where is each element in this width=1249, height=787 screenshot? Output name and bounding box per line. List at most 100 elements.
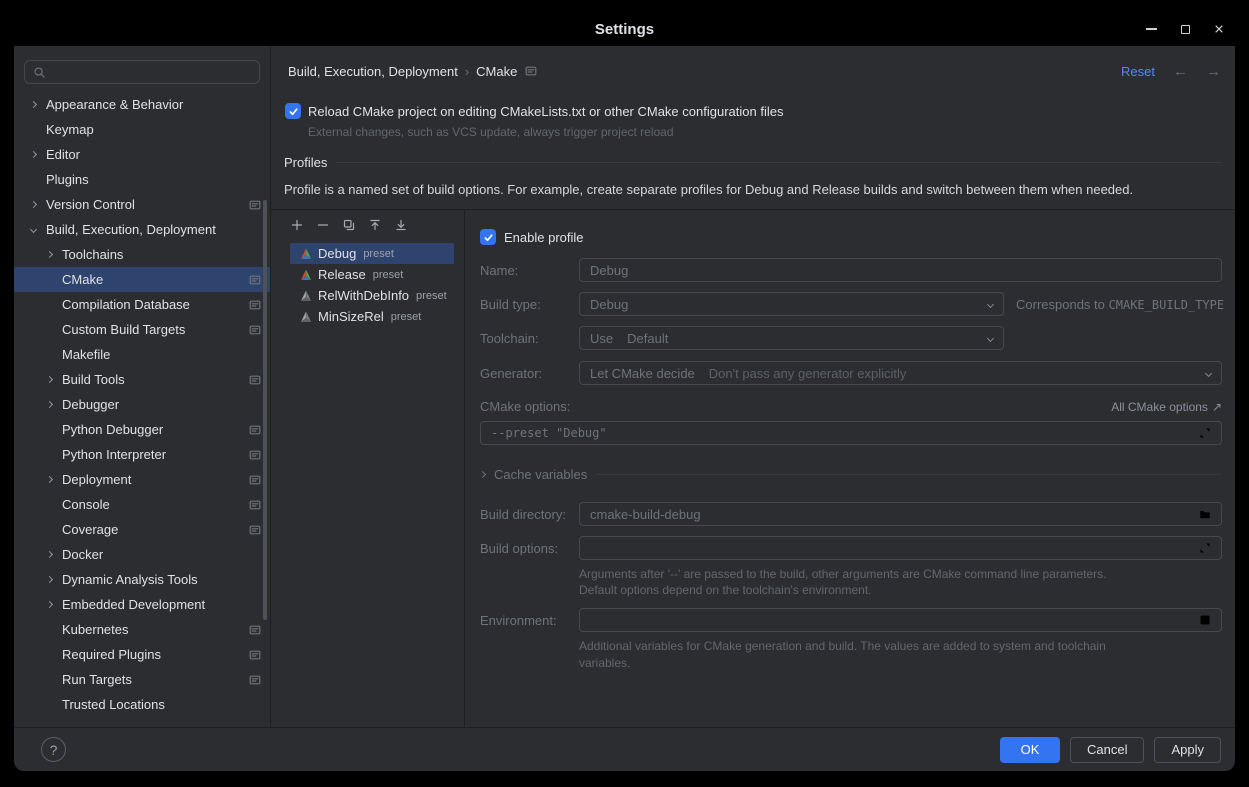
sidebar-item-python-debugger[interactable]: Python Debugger (14, 417, 270, 442)
sidebar-item-label: Deployment (62, 472, 131, 487)
chevron-right-icon (30, 101, 37, 108)
sidebar-item-console[interactable]: Console (14, 492, 270, 517)
reset-link[interactable]: Reset (1121, 64, 1155, 79)
profile-item-debug[interactable]: Debugpreset (290, 243, 454, 264)
move-down-button[interactable] (393, 217, 409, 233)
separator-line (596, 474, 1222, 475)
cancel-button[interactable]: Cancel (1070, 737, 1144, 763)
generator-select[interactable]: Let CMake decide Don't pass any generato… (579, 361, 1222, 385)
apply-button[interactable]: Apply (1154, 737, 1221, 763)
breadcrumb-current: CMake (476, 64, 517, 79)
sidebar-item-toolchains[interactable]: Toolchains (14, 242, 270, 267)
variables-list-icon[interactable] (1199, 614, 1211, 626)
sidebar-item-compilation-database[interactable]: Compilation Database (14, 292, 270, 317)
editor-badge-icon (249, 374, 261, 386)
sidebar-item-python-interpreter[interactable]: Python Interpreter (14, 442, 270, 467)
reload-cmake-checkbox[interactable] (285, 103, 301, 119)
sidebar-item-label: Makefile (62, 347, 110, 362)
sidebar-item-label: Trusted Locations (62, 697, 165, 712)
sidebar-item-cmake[interactable]: CMake (14, 267, 270, 292)
sidebar-item-required-plugins[interactable]: Required Plugins (14, 642, 270, 667)
folder-icon[interactable] (1199, 508, 1211, 520)
profile-item-release[interactable]: Releasepreset (290, 264, 454, 285)
settings-sidebar: Appearance & Behavior Keymap Editor Plugins… (14, 46, 270, 727)
toolchain-select[interactable]: Use Default (579, 326, 1004, 350)
sidebar-item-custom-build-targets[interactable]: Custom Build Targets (14, 317, 270, 342)
sidebar-item-label: Console (62, 497, 110, 512)
environment-field[interactable] (579, 608, 1222, 632)
close-button[interactable] (1213, 23, 1225, 35)
sidebar-item-label: CMake (62, 272, 103, 287)
sidebar-item-trusted-locations[interactable]: Trusted Locations (14, 692, 270, 717)
expand-icon[interactable] (1199, 427, 1211, 439)
profiles-toolbar (271, 210, 464, 239)
profile-item-relwithdebinfo[interactable]: RelWithDebInfopreset (290, 285, 454, 306)
add-button[interactable] (289, 217, 305, 233)
toolchain-prefix: Use (590, 331, 613, 346)
chevron-down-icon (1205, 369, 1212, 376)
sidebar-item-deployment[interactable]: Deployment (14, 467, 270, 492)
cache-variables-label: Cache variables (494, 467, 587, 482)
name-value: Debug (590, 263, 628, 278)
copy-button[interactable] (341, 217, 357, 233)
editor-badge-icon (249, 324, 261, 336)
sidebar-item-docker[interactable]: Docker (14, 542, 270, 567)
sidebar-item-dynamic-analysis-tools[interactable]: Dynamic Analysis Tools (14, 567, 270, 592)
toolchain-label: Toolchain: (480, 331, 579, 346)
editor-badge-icon (249, 624, 261, 636)
breadcrumb-parent[interactable]: Build, Execution, Deployment (288, 64, 458, 79)
maximize-icon (1181, 25, 1190, 34)
sidebar-item-label: Build, Execution, Deployment (46, 222, 216, 237)
sidebar-item-version-control[interactable]: Version Control (14, 192, 270, 217)
sidebar-item-editor[interactable]: Editor (14, 142, 270, 167)
build-directory-field[interactable]: cmake-build-debug (579, 502, 1222, 526)
profile-item-minsizerel[interactable]: MinSizeRelpreset (290, 306, 454, 327)
forward-arrow-icon[interactable]: → (1206, 63, 1221, 80)
sidebar-item-label: Embedded Development (62, 597, 205, 612)
all-cmake-options-link[interactable]: All CMake options ↗ (1111, 400, 1222, 414)
profile-name: RelWithDebInfo (318, 288, 409, 303)
reload-cmake-label: Reload CMake project on editing CMakeLis… (308, 104, 783, 119)
chevron-down-icon (30, 226, 37, 233)
generator-hint: Don't pass any generator explicitly (709, 366, 907, 381)
ok-button[interactable]: OK (1000, 737, 1060, 763)
expand-icon[interactable] (1199, 542, 1211, 554)
move-up-button[interactable] (367, 217, 383, 233)
profile-name: MinSizeRel (318, 309, 384, 324)
sidebar-item-run-targets[interactable]: Run Targets (14, 667, 270, 692)
name-field[interactable]: Debug (579, 258, 1222, 282)
sidebar-item-appearance-behavior[interactable]: Appearance & Behavior (14, 92, 270, 117)
cache-variables-toggle[interactable]: Cache variables (480, 467, 1222, 482)
minimize-button[interactable] (1145, 23, 1157, 35)
sidebar-item-plugins[interactable]: Plugins (14, 167, 270, 192)
sidebar-item-debugger[interactable]: Debugger (14, 392, 270, 417)
sidebar-item-label: Run Targets (62, 672, 132, 687)
help-button[interactable]: ? (41, 737, 66, 762)
sidebar-item-build-execution-deployment[interactable]: Build, Execution, Deployment (14, 217, 270, 242)
cmake-icon (300, 248, 312, 260)
sidebar-item-embedded-development[interactable]: Embedded Development (14, 592, 270, 617)
editor-badge-icon (525, 65, 537, 77)
sidebar-scrollbar[interactable] (263, 200, 267, 620)
cmake-options-field[interactable]: --preset "Debug" (480, 421, 1222, 445)
settings-search-input[interactable] (24, 60, 260, 84)
back-arrow-icon[interactable]: ← (1173, 63, 1188, 80)
profile-name: Debug (318, 246, 356, 261)
profiles-description: Profile is a named set of build options.… (284, 182, 1222, 197)
sidebar-item-label: Editor (46, 147, 80, 162)
add-icon[interactable] (1176, 427, 1188, 439)
sidebar-item-label: Appearance & Behavior (46, 97, 183, 112)
sidebar-item-keymap[interactable]: Keymap (14, 117, 270, 142)
build-type-select[interactable]: Debug (579, 292, 1004, 316)
build-options-field[interactable] (579, 536, 1222, 560)
sidebar-item-kubernetes[interactable]: Kubernetes (14, 617, 270, 642)
build-type-note: Corresponds to CMAKE_BUILD_TYPE (1016, 297, 1224, 312)
sidebar-item-makefile[interactable]: Makefile (14, 342, 270, 367)
sidebar-item-coverage[interactable]: Coverage (14, 517, 270, 542)
sidebar-item-build-tools[interactable]: Build Tools (14, 367, 270, 392)
enable-profile-checkbox[interactable] (480, 229, 496, 245)
remove-button[interactable] (315, 217, 331, 233)
maximize-button[interactable] (1179, 23, 1191, 35)
sidebar-item-label: Plugins (46, 172, 89, 187)
chevron-down-icon (987, 334, 994, 341)
